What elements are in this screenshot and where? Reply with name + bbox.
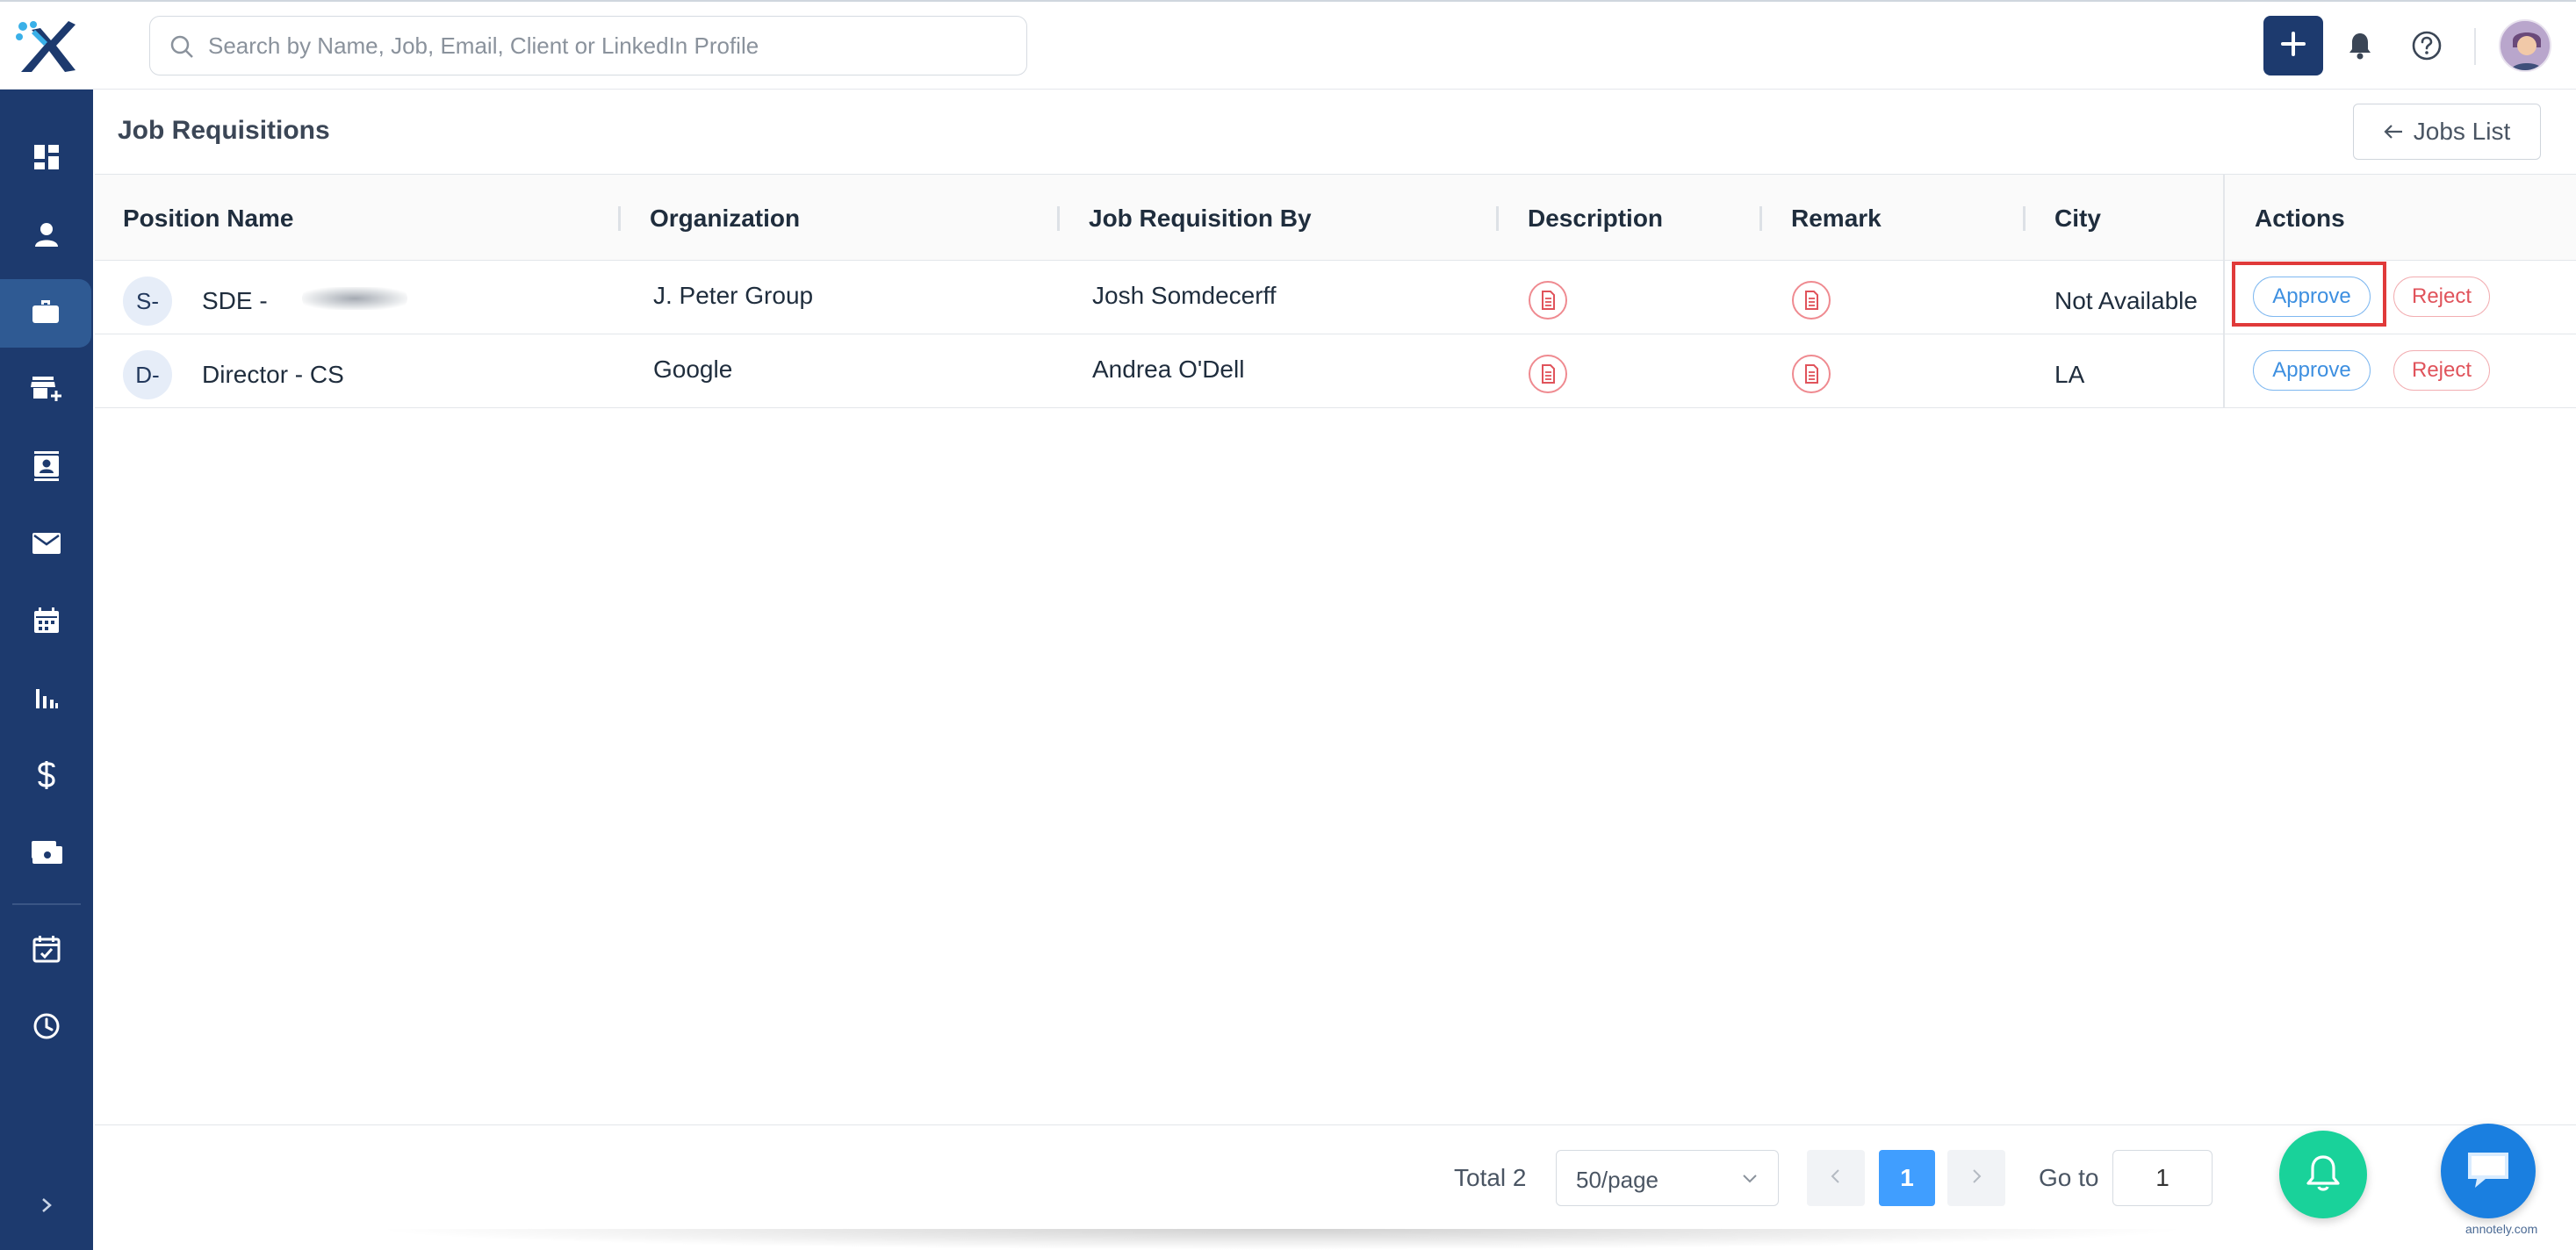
sidebar-item-billing[interactable] bbox=[0, 743, 93, 811]
column-divider[interactable] bbox=[2023, 206, 2026, 231]
sidebar-divider bbox=[12, 903, 81, 905]
sidebar-item-dashboard[interactable] bbox=[0, 125, 93, 193]
description-doc-icon[interactable] bbox=[1528, 280, 1568, 320]
description-doc-icon[interactable] bbox=[1528, 354, 1568, 394]
contact-card-icon bbox=[32, 450, 61, 485]
notifications-fab[interactable] bbox=[2279, 1131, 2367, 1218]
sidebar-item-calendar[interactable] bbox=[0, 588, 93, 657]
column-header: Job Requisition By bbox=[1089, 205, 1312, 232]
plus-icon bbox=[2279, 30, 2307, 62]
chevron-right-icon bbox=[1970, 1167, 1982, 1189]
calendar-icon bbox=[32, 607, 61, 639]
decorative-shadow bbox=[369, 1229, 2195, 1250]
prev-page-button[interactable] bbox=[1807, 1150, 1865, 1206]
city: LA bbox=[2054, 361, 2085, 388]
page-size-select[interactable]: 50/page bbox=[1556, 1150, 1779, 1206]
column-divider[interactable] bbox=[618, 206, 621, 231]
approve-button[interactable]: Approve bbox=[2253, 350, 2371, 391]
column-divider[interactable] bbox=[1057, 206, 1060, 231]
sidebar-item-history[interactable] bbox=[0, 994, 93, 1062]
sidebar bbox=[0, 90, 93, 1250]
position-name[interactable]: SDE - bbox=[202, 287, 268, 315]
question-circle-icon[interactable] bbox=[2409, 28, 2444, 63]
table-row: D- Director - CS Google Andrea O'Dell LA… bbox=[95, 334, 2576, 408]
app-logo[interactable] bbox=[12, 18, 81, 75]
reject-button[interactable]: Reject bbox=[2393, 277, 2490, 317]
column-divider[interactable] bbox=[1496, 206, 1499, 231]
sidebar-item-payments[interactable] bbox=[0, 820, 93, 888]
bar-chart-icon bbox=[34, 686, 59, 715]
calendar-check-icon bbox=[32, 935, 61, 967]
column-header: City bbox=[2054, 205, 2101, 232]
page-title: Job Requisitions bbox=[118, 116, 330, 145]
city: Not Available bbox=[2054, 287, 2198, 314]
requested-by: Josh Somdecerff bbox=[1092, 282, 1277, 309]
arrow-left-icon bbox=[2384, 118, 2403, 146]
money-icon bbox=[31, 839, 62, 870]
page-number-current[interactable]: 1 bbox=[1879, 1150, 1935, 1206]
add-button[interactable] bbox=[2263, 16, 2323, 75]
avatar[interactable] bbox=[2499, 19, 2551, 72]
sidebar-expand-button[interactable] bbox=[0, 1173, 93, 1241]
requested-by: Andrea O'Dell bbox=[1092, 356, 1245, 383]
organization-name: J. Peter Group bbox=[653, 282, 814, 309]
mail-icon bbox=[32, 532, 61, 559]
search-box bbox=[149, 16, 1027, 75]
person-icon bbox=[33, 221, 60, 252]
jobs-list-label: Jobs List bbox=[2413, 118, 2511, 145]
goto-page-input[interactable] bbox=[2112, 1150, 2213, 1206]
position-badge: S- bbox=[123, 277, 172, 326]
dollar-icon bbox=[37, 759, 56, 795]
column-header: Remark bbox=[1791, 205, 1882, 232]
column-header: Actions bbox=[2255, 205, 2345, 232]
chat-fab[interactable] bbox=[2441, 1124, 2536, 1218]
divider bbox=[2474, 28, 2476, 65]
chat-icon bbox=[2463, 1147, 2514, 1196]
organization-name: Google bbox=[653, 356, 733, 383]
redacted-text bbox=[302, 287, 407, 310]
briefcase-icon bbox=[31, 298, 61, 329]
reject-button[interactable]: Reject bbox=[2393, 350, 2490, 391]
search-icon bbox=[169, 34, 194, 59]
sidebar-item-reports[interactable] bbox=[0, 665, 93, 734]
store-add-icon bbox=[31, 375, 62, 407]
chevron-down-icon bbox=[1743, 1175, 1757, 1183]
bell-icon bbox=[2306, 1153, 2341, 1196]
position-badge: D- bbox=[123, 350, 172, 399]
column-header: Organization bbox=[650, 205, 801, 232]
next-page-button[interactable] bbox=[1947, 1150, 2005, 1206]
column-header: Description bbox=[1528, 205, 1664, 232]
requisitions-table: Position Name Organization Job Requisiti… bbox=[95, 174, 2576, 1125]
remark-doc-icon[interactable] bbox=[1791, 354, 1831, 394]
sidebar-item-clients[interactable] bbox=[0, 356, 93, 425]
sidebar-item-mail[interactable] bbox=[0, 511, 93, 579]
position-name[interactable]: Director - CS bbox=[202, 361, 344, 389]
column-header: Position Name bbox=[123, 205, 294, 232]
chevron-right-icon bbox=[40, 1196, 54, 1218]
watermark: annotely.com bbox=[2465, 1222, 2538, 1236]
table-header: Position Name Organization Job Requisiti… bbox=[95, 175, 2576, 261]
dashboard-icon bbox=[32, 143, 61, 176]
clock-icon bbox=[32, 1012, 61, 1045]
goto-label: Go to bbox=[2039, 1164, 2099, 1191]
annotation-highlight-box bbox=[2232, 262, 2386, 327]
jobs-list-button[interactable]: Jobs List bbox=[2353, 104, 2541, 160]
sidebar-item-contacts[interactable] bbox=[0, 434, 93, 502]
sidebar-item-candidates[interactable] bbox=[0, 202, 93, 270]
pagination-total: Total 2 bbox=[1454, 1164, 1527, 1191]
page-size-value: 50/page bbox=[1576, 1167, 1659, 1193]
chevron-left-icon bbox=[1830, 1167, 1842, 1189]
actions-column-border bbox=[2223, 175, 2225, 408]
remark-doc-icon[interactable] bbox=[1791, 280, 1831, 320]
sidebar-item-tasks[interactable] bbox=[0, 916, 93, 985]
top-bar bbox=[0, 0, 2576, 90]
bell-icon[interactable] bbox=[2342, 28, 2378, 63]
table-row: S- SDE - J. Peter Group Josh Somdecerff … bbox=[95, 261, 2576, 334]
sidebar-item-jobs[interactable] bbox=[0, 279, 91, 348]
column-divider[interactable] bbox=[1759, 206, 1762, 231]
search-input[interactable] bbox=[208, 25, 1007, 66]
